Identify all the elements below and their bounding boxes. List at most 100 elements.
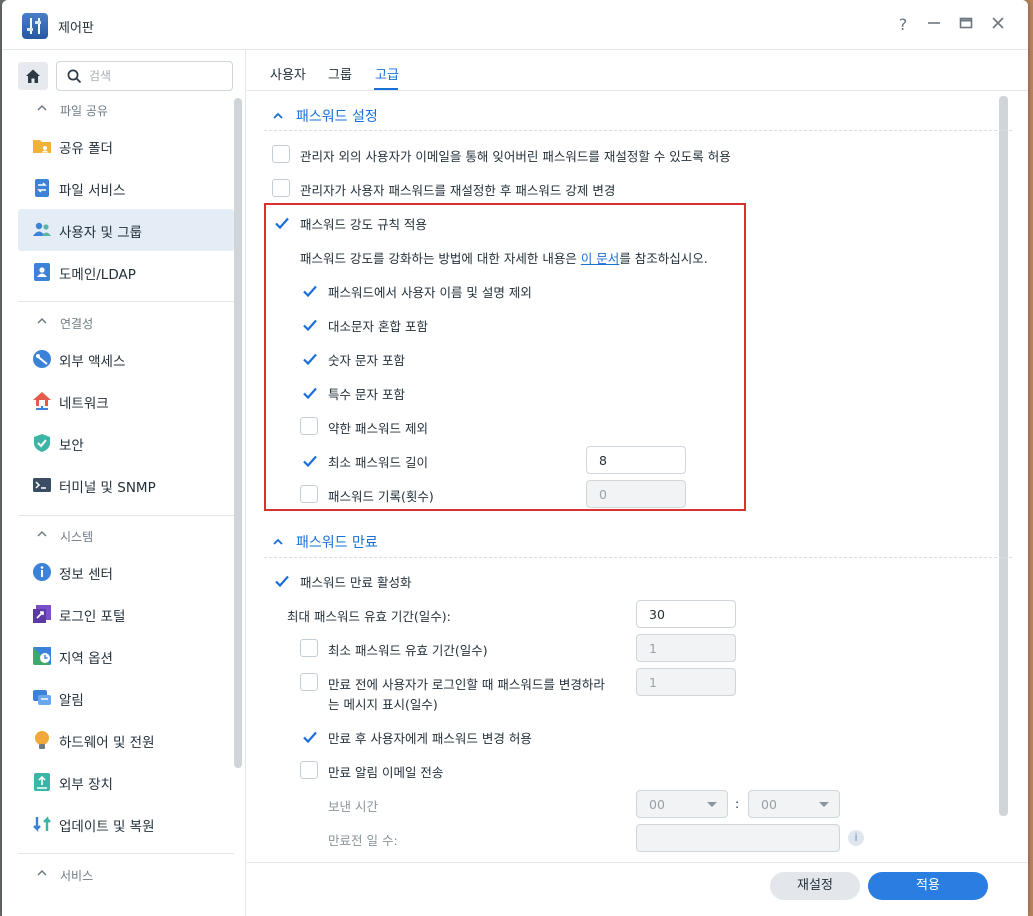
sidebar-item-file-services[interactable]: 파일 서비스 xyxy=(18,167,234,209)
special-checkbox[interactable] xyxy=(300,383,318,401)
allow-reset-by-email-checkbox[interactable] xyxy=(272,145,290,163)
sidebar-item-label: 파일 서비스 xyxy=(59,183,126,199)
search-icon xyxy=(67,69,82,84)
history-input[interactable]: 0 xyxy=(586,480,686,508)
checkbox-label: 패스워드 만료 활성화 xyxy=(300,575,412,590)
checkbox-label: 만료 후 사용자에게 패스워드 변경 허용 xyxy=(328,731,532,746)
users-group-icon xyxy=(33,222,51,236)
home-button[interactable] xyxy=(18,62,48,90)
sidebar-divider xyxy=(18,853,234,854)
chevron-up-icon xyxy=(37,869,47,876)
sidebar-item-regional-options[interactable]: 지역 옵션 xyxy=(18,635,234,677)
sidebar-item-label: 사용자 및 그룹 xyxy=(59,225,143,241)
reset-button[interactable]: 재설정 xyxy=(770,872,860,900)
minute-select[interactable]: 00 xyxy=(748,790,840,818)
sidebar-item-login-portal[interactable]: 로그인 포털 xyxy=(18,593,234,635)
info-icon[interactable]: i xyxy=(848,830,864,846)
strength-hint: 패스워드 강도를 강화하는 방법에 대한 자세한 내용은 이 문서를 참조하십시… xyxy=(300,248,708,267)
sidebar-item-hardware-power[interactable]: 하드웨어 및 전원 xyxy=(18,719,234,761)
terminal-icon xyxy=(33,478,51,492)
sidebar-section-label: 서비스 xyxy=(60,869,94,883)
search-input[interactable] xyxy=(89,67,219,85)
hour-select[interactable]: 00 xyxy=(636,790,728,818)
min-length-checkbox[interactable] xyxy=(300,451,318,469)
sidebar-item-notification[interactable]: 알림 xyxy=(18,677,234,719)
sidebar-item-terminal-snmp[interactable]: 터미널 및 SNMP xyxy=(18,464,234,506)
sidebar-item-label: 외부 장치 xyxy=(59,777,113,793)
sidebar-section-label: 연결성 xyxy=(60,317,94,331)
sidebar-item-update-restore[interactable]: 업데이트 및 복원 xyxy=(18,803,234,845)
sidebar-item-domain-ldap[interactable]: 도메인/LDAP xyxy=(18,251,234,293)
sidebar-item-info-center[interactable]: 정보 센터 xyxy=(18,551,234,593)
checkmark-icon xyxy=(303,455,317,468)
section-title: 패스워드 만료 xyxy=(296,535,378,551)
tab-group[interactable]: 그룹 xyxy=(328,64,352,83)
sidebar-scrollbar[interactable] xyxy=(234,98,242,768)
checkmark-icon xyxy=(275,217,289,230)
minimize-icon[interactable] xyxy=(923,14,945,36)
checkbox-label: 최소 패스워드 유효 기간(일수) xyxy=(328,643,488,658)
sidebar-item-security[interactable]: 보안 xyxy=(18,422,234,464)
tab-active-indicator xyxy=(374,88,398,90)
checkmark-icon xyxy=(303,353,317,366)
hour-value: 00 xyxy=(649,797,665,812)
sidebar-section-file-sharing[interactable]: 파일 공유 xyxy=(2,97,234,123)
sidebar-item-external-access[interactable]: 외부 액세스 xyxy=(18,338,234,380)
tab-user[interactable]: 사용자 xyxy=(270,64,306,83)
sidebar-item-label: 지역 옵션 xyxy=(59,651,113,667)
maximize-icon[interactable] xyxy=(955,14,977,36)
expiration-enable-checkbox[interactable] xyxy=(272,571,290,589)
force-change-after-reset-checkbox[interactable] xyxy=(272,179,290,197)
close-icon[interactable] xyxy=(987,14,1009,36)
chevron-down-icon xyxy=(707,802,717,807)
send-email-checkbox[interactable] xyxy=(300,761,318,779)
sidebar-item-network[interactable]: 네트워크 xyxy=(18,380,234,422)
hint-document-link[interactable]: 이 문서 xyxy=(581,251,619,266)
minute-value: 00 xyxy=(761,797,777,812)
sidebar-section-label: 파일 공유 xyxy=(60,104,108,118)
checkbox-label: 는 메시지 표시(일수) xyxy=(328,697,438,712)
regional-options-icon xyxy=(33,647,51,665)
sidebar-section-services[interactable]: 서비스 xyxy=(2,862,234,888)
help-icon[interactable]: ? xyxy=(892,14,914,36)
sidebar-item-label: 터미널 및 SNMP xyxy=(59,480,156,496)
allow-change-after-expiry-checkbox[interactable] xyxy=(300,727,318,745)
min-age-checkbox[interactable] xyxy=(300,639,318,657)
checkmark-icon xyxy=(303,285,317,298)
login-portal-icon xyxy=(33,605,51,623)
checkmark-icon xyxy=(303,731,317,744)
sidebar-section-connectivity[interactable]: 연결성 xyxy=(2,310,234,336)
numeric-checkbox[interactable] xyxy=(300,349,318,367)
days-before-input[interactable] xyxy=(636,824,840,852)
content-scrollbar[interactable] xyxy=(999,96,1008,816)
exclude-weak-checkbox[interactable] xyxy=(300,417,318,435)
sidebar-section-system[interactable]: 시스템 xyxy=(2,523,234,549)
title-bar: 제어판 ? xyxy=(2,0,1028,50)
sidebar-item-label: 알림 xyxy=(59,693,84,709)
min-length-input[interactable]: 8 xyxy=(586,446,686,474)
checkmark-icon xyxy=(275,575,289,588)
sidebar-item-shared-folder[interactable]: 공유 폴더 xyxy=(18,125,234,167)
checkbox-label: 패스워드 강도 규칙 적용 xyxy=(300,217,427,232)
sidebar-item-external-devices[interactable]: 외부 장치 xyxy=(18,761,234,803)
update-restore-icon xyxy=(33,816,51,832)
sidebar-divider xyxy=(18,515,234,516)
hardware-power-icon xyxy=(35,731,49,749)
exclude-username-checkbox[interactable] xyxy=(300,281,318,299)
sidebar-divider xyxy=(18,301,234,302)
min-age-input[interactable]: 1 xyxy=(636,634,736,662)
apply-button[interactable]: 적용 xyxy=(868,872,988,900)
section-divider xyxy=(264,130,1012,131)
mixed-case-checkbox[interactable] xyxy=(300,315,318,333)
search-field[interactable] xyxy=(56,61,233,91)
prompt-before-expiry-checkbox[interactable] xyxy=(300,673,318,691)
max-age-input[interactable]: 30 xyxy=(636,600,736,628)
sidebar-item-users-groups[interactable]: 사용자 및 그룹 xyxy=(18,209,234,251)
apply-strength-rules-checkbox[interactable] xyxy=(272,213,290,231)
tab-advanced[interactable]: 고급 xyxy=(375,64,399,83)
history-checkbox[interactable] xyxy=(300,485,318,503)
sidebar-item-label: 외부 액세스 xyxy=(59,354,126,370)
home-icon xyxy=(26,69,40,83)
prompt-before-expiry-input[interactable]: 1 xyxy=(636,668,736,696)
footer-divider xyxy=(247,862,1028,863)
